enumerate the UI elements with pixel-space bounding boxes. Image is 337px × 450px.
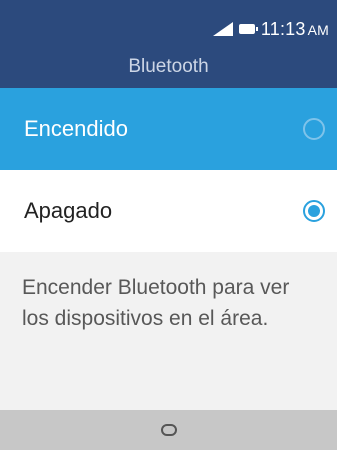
option-apagado[interactable]: Apagado: [0, 170, 337, 252]
circle-select-icon[interactable]: [160, 424, 177, 436]
radio-checked-icon[interactable]: [303, 200, 325, 222]
option-encendido[interactable]: Encendido: [0, 88, 337, 170]
radio-unchecked-icon[interactable]: [303, 118, 325, 140]
option-label-apagado: Apagado: [24, 198, 113, 223]
option-label-encendido: Encendido: [24, 116, 128, 141]
signal-icon: [212, 22, 233, 36]
description-text: Encender Bluetooth para ver los disposit…: [22, 276, 290, 330]
status-time-ampm: AM: [307, 21, 329, 38]
status-bar: 11:13 AM: [212, 16, 329, 42]
app-header: 11:13 AM Bluetooth: [0, 0, 337, 88]
softkey-bar: [0, 410, 337, 450]
status-time: 11:13 AM: [261, 19, 329, 40]
radio-dot: [308, 205, 320, 217]
page-title: Bluetooth: [128, 56, 209, 77]
status-time-value: 11:13: [260, 18, 306, 39]
battery-icon: [238, 24, 258, 34]
